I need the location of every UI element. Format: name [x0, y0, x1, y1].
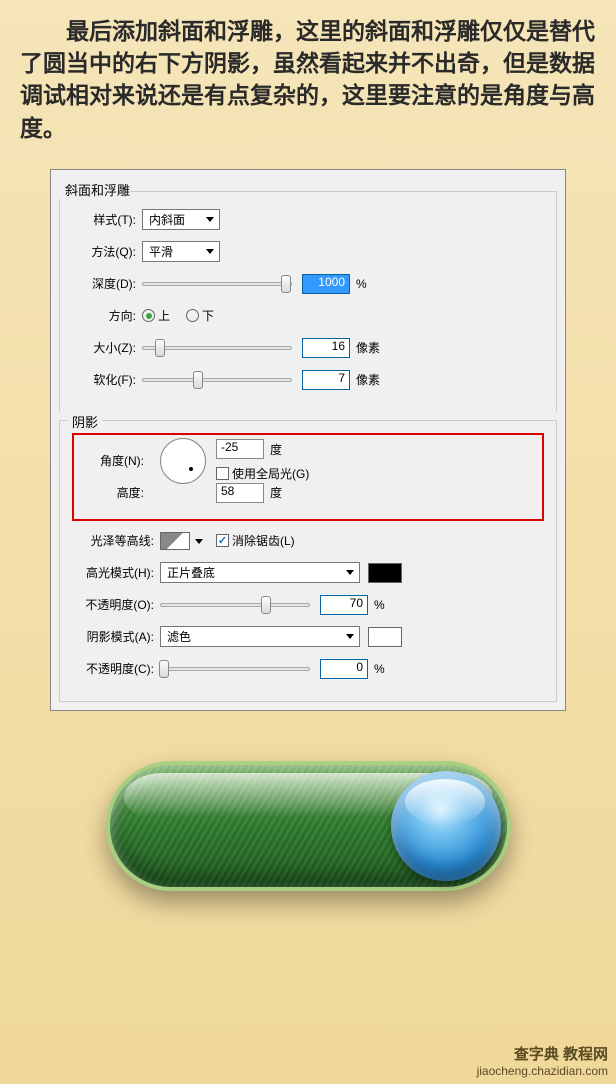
highlight-box: 角度(N): -25 度 使用全局光(G) 高度: 58 度	[72, 433, 544, 521]
highlight-opacity-label: 不透明度(O):	[72, 596, 160, 613]
size-slider[interactable]	[142, 346, 292, 350]
direction-down-radio[interactable]	[186, 309, 199, 322]
button-knob	[391, 771, 501, 881]
highlight-mode-dropdown[interactable]: 正片叠底	[160, 562, 360, 583]
bevel-emboss-panel: 斜面和浮雕 结构 样式(T): 内斜面 方法(Q): 平滑 深度(D): 100…	[50, 169, 566, 711]
method-dropdown[interactable]: 平滑	[142, 241, 220, 262]
contour-picker[interactable]	[160, 532, 190, 550]
watermark-brand: 查字典 教程网	[477, 1046, 608, 1064]
size-input[interactable]: 16	[302, 338, 350, 358]
style-dropdown[interactable]: 内斜面	[142, 209, 220, 230]
angle-label: 角度(N):	[80, 452, 150, 469]
contour-label: 光泽等高线:	[72, 532, 160, 549]
antialias-label: 消除锯齿(L)	[232, 532, 295, 549]
soften-label: 软化(F):	[72, 371, 142, 388]
shadow-opacity-slider[interactable]	[160, 667, 310, 671]
global-light-checkbox[interactable]	[216, 467, 229, 480]
angle-input[interactable]: -25	[216, 439, 264, 459]
shading-title: 阴影	[68, 412, 102, 431]
style-label: 样式(T):	[72, 211, 142, 228]
depth-input[interactable]: 1000	[302, 274, 350, 294]
altitude-label: 高度:	[80, 484, 150, 501]
panel-title: 斜面和浮雕	[51, 176, 130, 199]
soften-unit: 像素	[356, 371, 380, 388]
highlight-mode-label: 高光模式(H):	[72, 564, 160, 581]
global-light-label: 使用全局光(G)	[232, 465, 309, 482]
highlight-opacity-input[interactable]: 70	[320, 595, 368, 615]
shadow-color-swatch[interactable]	[368, 627, 402, 647]
result-button-preview	[106, 761, 511, 891]
shading-fieldset: 阴影 角度(N): -25 度 使用全局光(G) 高度:	[59, 420, 557, 702]
size-label: 大小(Z):	[72, 339, 142, 356]
depth-slider[interactable]	[142, 282, 292, 286]
structure-fieldset: 结构 样式(T): 内斜面 方法(Q): 平滑 深度(D): 1000 % 方向…	[59, 191, 557, 412]
soften-slider[interactable]	[142, 378, 292, 382]
highlight-opacity-slider[interactable]	[160, 603, 310, 607]
depth-label: 深度(D):	[72, 275, 142, 292]
button-track	[106, 761, 511, 891]
size-unit: 像素	[356, 339, 380, 356]
direction-label: 方向:	[72, 307, 142, 324]
shadow-mode-label: 阴影模式(A):	[72, 628, 160, 645]
antialias-checkbox[interactable]	[216, 534, 229, 547]
angle-unit: 度	[270, 441, 282, 458]
angle-wheel[interactable]	[160, 438, 206, 484]
direction-down-label: 下	[202, 307, 214, 324]
direction-up-radio[interactable]	[142, 309, 155, 322]
shadow-opacity-label: 不透明度(C):	[72, 660, 160, 677]
method-label: 方法(Q):	[72, 243, 142, 260]
depth-unit: %	[356, 277, 367, 291]
intro-paragraph: 最后添加斜面和浮雕，这里的斜面和浮雕仅仅是替代了圆当中的右下方阴影，虽然看起来并…	[0, 0, 616, 154]
altitude-unit: 度	[270, 484, 282, 501]
shadow-opacity-input[interactable]: 0	[320, 659, 368, 679]
watermark-url: jiaocheng.chazidian.com	[477, 1064, 608, 1078]
shadow-opacity-unit: %	[374, 662, 385, 676]
highlight-opacity-unit: %	[374, 598, 385, 612]
shadow-mode-dropdown[interactable]: 滤色	[160, 626, 360, 647]
watermark: 查字典 教程网 jiaocheng.chazidian.com	[477, 1046, 608, 1078]
direction-up-label: 上	[158, 307, 170, 324]
altitude-input[interactable]: 58	[216, 483, 264, 503]
soften-input[interactable]: 7	[302, 370, 350, 390]
highlight-color-swatch[interactable]	[368, 563, 402, 583]
